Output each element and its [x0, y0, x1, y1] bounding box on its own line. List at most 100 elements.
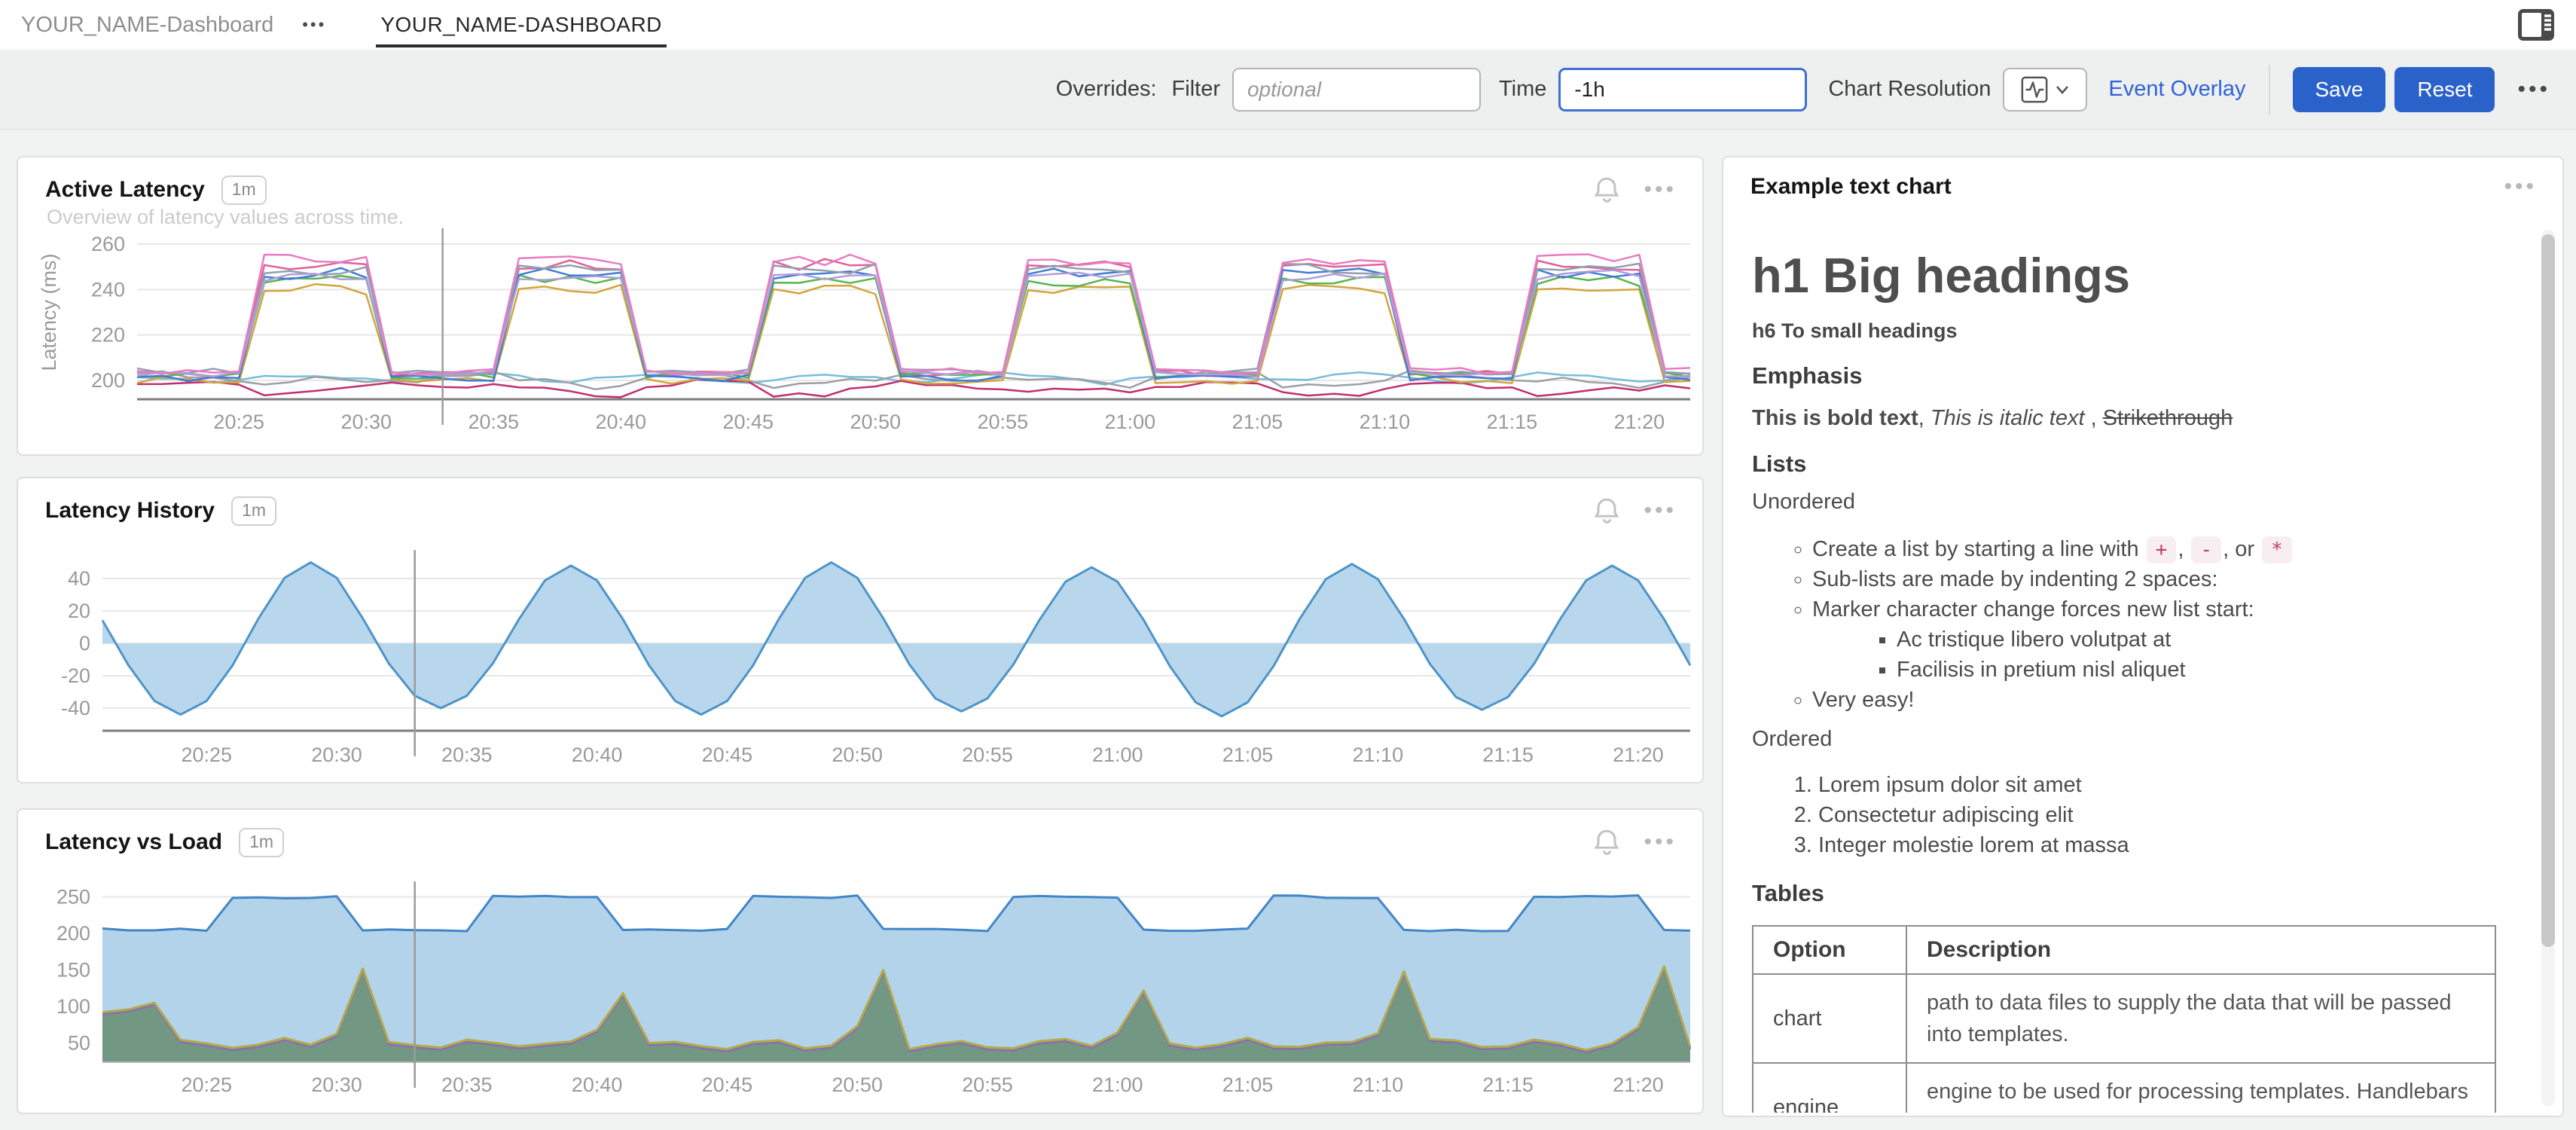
chart-header: Latency History 1m ••• [18, 478, 1702, 527]
markdown-body: h1 Big headings h6 To small headings Emp… [1723, 227, 2528, 1113]
svg-text:200: 200 [56, 922, 90, 945]
resolution-badge: 1m [231, 496, 276, 526]
right-panel-toggle-icon[interactable] [2517, 8, 2555, 41]
svg-text:20:35: 20:35 [441, 744, 493, 766]
list-item: Create a list by starting a line with +,… [1812, 534, 2528, 564]
chart-title: Latency History [45, 498, 215, 524]
svg-text:20: 20 [68, 600, 90, 622]
top-bar: YOUR_NAME-Dashboard ••• YOUR_NAME-DASHBO… [0, 0, 2576, 50]
breadcrumb[interactable]: YOUR_NAME-Dashboard [21, 13, 273, 38]
svg-text:21:20: 21:20 [1613, 1074, 1664, 1096]
svg-text:200: 200 [91, 369, 125, 392]
svg-text:21:10: 21:10 [1360, 411, 1411, 433]
code-minus: - [2191, 536, 2221, 563]
svg-text:20:55: 20:55 [978, 411, 1029, 433]
md-table: Option Description chart path to data fi… [1752, 925, 2496, 1113]
filter-label: Filter [1172, 77, 1220, 102]
svg-text:250: 250 [56, 886, 90, 909]
svg-text:20:45: 20:45 [722, 411, 774, 433]
svg-text:20:35: 20:35 [441, 1074, 493, 1096]
md-lists-heading: Lists [1752, 450, 2528, 478]
md-ordered-list: Lorem ipsum dolor sit amet Consectetur a… [1752, 770, 2528, 860]
svg-text:Latency (ms): Latency (ms) [38, 253, 60, 371]
sub-list-item: Ac tristique libero volutpat at [1897, 625, 2528, 655]
alert-bell-icon[interactable] [1591, 174, 1622, 206]
chart-card-latency-vs-load: Latency vs Load 1m ••• 5010015020025020:… [17, 808, 1704, 1114]
md-h1: h1 Big headings [1752, 248, 2528, 304]
md-tables-heading: Tables [1752, 880, 2528, 907]
svg-text:220: 220 [91, 324, 125, 347]
svg-text:260: 260 [91, 233, 125, 255]
alert-bell-icon[interactable] [1591, 826, 1622, 858]
svg-text:20:35: 20:35 [468, 411, 519, 433]
svg-text:20:55: 20:55 [962, 744, 1013, 766]
md-ordered-label: Ordered [1752, 727, 2528, 752]
md-emphasis-line: This is bold text, This is italic text ,… [1752, 406, 2528, 431]
overrides-label: Overrides: [1056, 77, 1157, 102]
event-overlay-link[interactable]: Event Overlay [2108, 77, 2245, 102]
chart-card-active-latency: Active Latency 1m ••• Overview of latenc… [17, 156, 1704, 456]
svg-text:21:00: 21:00 [1105, 411, 1156, 433]
chart-menu-icon[interactable]: ••• [2504, 179, 2537, 194]
breadcrumb-menu-icon[interactable]: ••• [302, 15, 326, 35]
svg-text:20:30: 20:30 [311, 744, 362, 766]
chart-title: Latency vs Load [45, 829, 222, 855]
svg-text:21:10: 21:10 [1353, 1074, 1404, 1096]
toolbar-overflow-menu-icon[interactable]: ••• [2517, 77, 2550, 102]
chart-menu-icon[interactable]: ••• [1644, 503, 1677, 518]
chart-header: Active Latency 1m ••• [18, 157, 1702, 206]
dashboard-content: Active Latency 1m ••• Overview of latenc… [0, 130, 2576, 1130]
svg-text:0: 0 [79, 632, 90, 655]
resolution-badge: 1m [221, 176, 267, 205]
table-header-row: Option Description [1753, 926, 2495, 974]
table-row: engine engine to be used for processing … [1753, 1063, 2495, 1113]
svg-text:20:50: 20:50 [850, 411, 902, 433]
time-input[interactable] [1558, 68, 1807, 111]
svg-text:20:40: 20:40 [595, 411, 646, 433]
alert-bell-icon[interactable] [1591, 495, 1622, 527]
chart-resolution-label: Chart Resolution [1828, 77, 1991, 102]
filter-input[interactable] [1232, 68, 1481, 111]
svg-text:21:00: 21:00 [1092, 744, 1143, 766]
chart-menu-icon[interactable]: ••• [1644, 182, 1677, 197]
tab-dashboard[interactable]: YOUR_NAME-DASHBOARD [376, 2, 667, 47]
chart-menu-icon[interactable]: ••• [1644, 835, 1677, 850]
svg-text:-20: -20 [61, 664, 90, 687]
svg-text:21:15: 21:15 [1487, 411, 1538, 433]
chart-subtitle: Overview of latency values across time. [47, 206, 404, 229]
md-unordered-label: Unordered [1752, 490, 2528, 515]
svg-text:21:20: 21:20 [1613, 744, 1664, 766]
md-emphasis-heading: Emphasis [1752, 362, 2528, 389]
svg-text:21:10: 21:10 [1353, 744, 1404, 766]
svg-text:20:30: 20:30 [340, 411, 392, 433]
table-header-option: Option [1753, 926, 1906, 974]
code-plus: + [2147, 536, 2177, 563]
chart-card-latency-history: Latency History 1m ••• -40 -20 0 20 40 20:25 2… [17, 477, 1704, 783]
chart-resolution-dropdown[interactable] [2003, 68, 2087, 111]
svg-text:100: 100 [56, 995, 90, 1018]
chevron-down-icon [2055, 84, 2070, 95]
svg-text:20:25: 20:25 [181, 744, 232, 766]
svg-text:21:05: 21:05 [1222, 744, 1274, 766]
pulse-chart-icon [2020, 75, 2049, 104]
save-button[interactable]: Save [2293, 67, 2386, 112]
ordered-item: Consectetur adipiscing elit [1818, 800, 2528, 830]
toolbar-divider [2269, 65, 2270, 115]
reset-button[interactable]: Reset [2394, 67, 2495, 112]
svg-text:40: 40 [68, 567, 90, 590]
text-chart-title: Example text chart [1750, 174, 1952, 200]
svg-text:20:50: 20:50 [832, 1074, 883, 1096]
svg-text:20:45: 20:45 [702, 1074, 753, 1096]
code-asterisk: * [2262, 536, 2292, 563]
sub-list-item: Facilisis in pretium nisl aliquet [1897, 655, 2528, 685]
svg-text:20:30: 20:30 [311, 1074, 362, 1096]
list-item: Marker character change forces new list … [1812, 594, 2528, 685]
svg-text:20:55: 20:55 [962, 1074, 1013, 1096]
svg-text:20:45: 20:45 [702, 744, 753, 766]
svg-text:-40: -40 [61, 697, 90, 719]
svg-text:21:05: 21:05 [1222, 1074, 1274, 1096]
scrollbar-thumb[interactable] [2541, 234, 2555, 947]
overrides-toolbar: Overrides: Filter Time Chart Resolution … [0, 50, 2576, 130]
md-h6: h6 To small headings [1752, 319, 2528, 343]
svg-text:20:40: 20:40 [572, 1074, 623, 1096]
